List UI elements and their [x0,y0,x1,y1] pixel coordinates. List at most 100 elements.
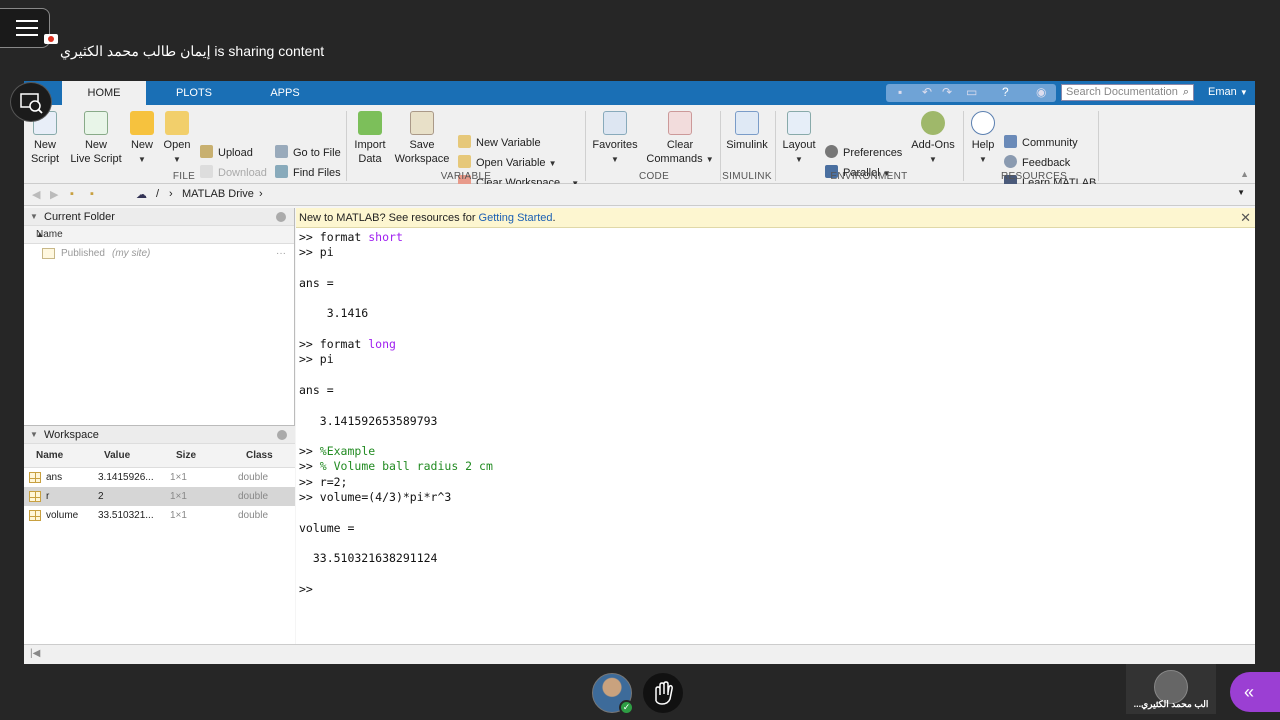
panel-actions-icon[interactable] [276,212,286,222]
add-ons-button[interactable]: Add-Ons ▼ [908,111,958,167]
column-value[interactable]: Value [104,444,130,468]
download-button[interactable]: Download [200,165,267,180]
collapse-icon[interactable]: ▼ [30,426,38,444]
cell-name: ans [46,472,63,483]
import-data-icon [358,111,382,135]
chevron-down-icon: ▼ [173,155,181,164]
find-files-icon [275,165,288,178]
command-prompt: >> [299,245,320,260]
command-text: ans = [299,382,334,397]
tab-home[interactable]: HOME [62,81,146,105]
list-item[interactable]: Published (my site) ··· [24,244,294,264]
column-name[interactable]: Name [36,444,63,468]
table-row[interactable]: r 2 1×1 double [24,487,295,506]
up-folder-icon[interactable]: ▪ [70,188,74,200]
hamburger-icon [16,20,38,22]
chevron-down-icon: ▼ [929,155,937,164]
switch-windows-icon[interactable]: ▭ [966,85,977,99]
plus-icon [130,111,154,135]
gear-icon [825,145,838,158]
community-button[interactable]: Community [1004,135,1078,150]
tab-apps[interactable]: APPS [246,81,324,105]
import-data-button[interactable]: Import Data [353,111,387,166]
command-prompt: >> [299,230,320,244]
collapse-ribbon-icon[interactable]: ▲ [1240,169,1249,179]
hamburger-icon [16,34,38,36]
simulink-icon [735,111,759,135]
help-button[interactable]: Help ▼ [968,111,998,167]
cell-class: double [238,472,269,483]
layout-button[interactable]: Layout ▼ [781,111,817,167]
participant-tile[interactable]: ...الب محمد الكثيري [1126,664,1216,714]
help-icon[interactable]: ? [1002,85,1009,99]
close-icon[interactable]: ✕ [1240,208,1251,228]
download-label: Download [218,167,267,179]
save-icon[interactable]: ▪ [898,85,902,99]
tab-plots[interactable]: PLOTS [154,81,234,105]
undo-icon[interactable]: ↶ [922,85,932,99]
back-icon[interactable]: ◀ [32,188,40,201]
simulink-button[interactable]: Simulink [726,111,768,152]
save-workspace-button[interactable]: Save Workspace [394,111,450,166]
column-class[interactable]: Class [246,444,273,468]
new-button[interactable]: New ▼ [128,111,156,167]
more-icon[interactable]: ··· [276,244,286,264]
clear-commands-button[interactable]: Clear Commands ▼ [646,111,714,167]
open-variable-button[interactable]: Open Variable ▼ [458,155,557,171]
address-separator: › [259,188,263,200]
ribbon-divider [720,111,721,181]
table-row[interactable]: volume 33.510321... 1×1 double [24,506,295,525]
favorites-label: Favorites [592,139,638,151]
collapse-panel-button[interactable]: « [1230,672,1280,712]
forward-icon[interactable]: ▶ [50,188,58,201]
cell-value: 3.1415926... [98,472,154,483]
cloud-drive-icon[interactable]: ☁ [136,188,147,201]
share-view-button[interactable] [10,82,52,122]
open-label: Open [163,139,191,151]
new-variable-button[interactable]: New Variable [458,135,541,150]
layout-icon [787,111,811,135]
collapse-icon[interactable]: ▼ [30,208,38,226]
address-folder[interactable]: MATLAB Drive [182,188,254,200]
new-live-script-button[interactable]: New Live Script [68,111,124,166]
preferences-button[interactable]: Preferences [825,145,902,160]
avatar[interactable]: ✓ [592,673,634,715]
matlab-window: HOME PLOTS APPS ▪ ↶ ↷ ▭ ? ◉ Search Docum… [24,81,1255,664]
find-files-button[interactable]: Find Files [275,165,341,180]
address-root[interactable]: / [156,188,159,200]
new-live-script-label-2: Live Script [70,153,122,165]
address-separator: › [169,188,173,200]
settings-icon[interactable]: ◉ [1036,85,1046,99]
current-folder-header[interactable]: ▼ Current Folder [24,208,294,226]
panel-actions-icon[interactable] [277,430,287,440]
feedback-button[interactable]: Feedback [1004,155,1070,170]
workspace-header[interactable]: ▼ Workspace [24,426,295,444]
column-size[interactable]: Size [176,444,196,468]
table-row[interactable]: ans 3.1415926... 1×1 double [24,468,295,487]
upload-button[interactable]: Upload [200,145,253,160]
command-text: r=2; [319,474,348,489]
user-menu[interactable]: Eman ▼ [1208,86,1248,98]
variable-icon [29,491,41,502]
command-keyword: long [368,337,396,352]
upload-icon [200,145,213,158]
command-window[interactable]: New to MATLAB? See resources for Getting… [296,208,1255,664]
command-text: volume = [299,520,355,535]
raise-hand-button[interactable] [643,673,683,713]
command-prompt: >> [299,337,320,352]
browse-folder-icon[interactable]: ▪ [90,188,94,200]
open-button[interactable]: Open ▼ [162,111,192,167]
go-to-file-button[interactable]: Go to File [275,145,341,160]
folder-note: (my site) [112,248,151,259]
address-dropdown-icon[interactable]: ▼ [1237,188,1245,197]
command-prompt: >> [299,459,320,474]
command-output[interactable]: >> format short >> pi ans = 3.1416 >> for… [299,230,493,597]
meeting-menu-button[interactable] [0,8,50,48]
search-documentation-input[interactable]: Search Documentation ⌕ [1061,84,1194,101]
command-prompt: >> [299,581,320,596]
redo-icon[interactable]: ↷ [942,85,952,99]
favorites-button[interactable]: Favorites ▼ [591,111,639,167]
ribbon-divider [963,111,964,181]
workspace-title: Workspace [44,429,99,441]
getting-started-link[interactable]: Getting Started [479,212,553,224]
